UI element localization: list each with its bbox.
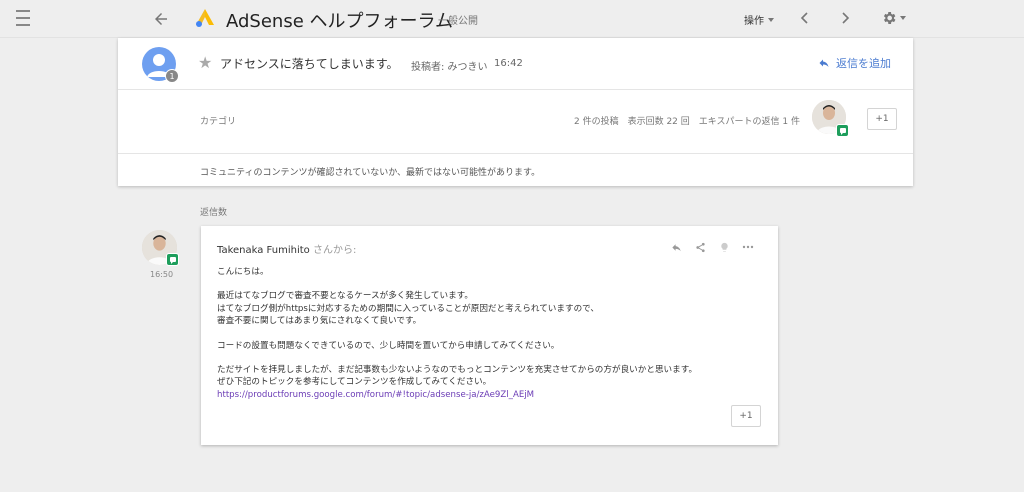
reply-paragraph-line: はてなブログ側がhttpsに対応するための期間に入っていることが原因だと考えられ… bbox=[217, 303, 600, 314]
reply-card: Takenaka Fumihito さんから: こんにちは。 最近はてなブログで… bbox=[201, 226, 778, 445]
reply-paragraph-line: ぜひ下記のトピックを参考にしてコンテンツを作成してみてください。 bbox=[217, 377, 492, 388]
back-arrow-icon[interactable] bbox=[148, 6, 174, 32]
adsense-logo-icon bbox=[195, 8, 215, 28]
chevron-down-icon bbox=[899, 16, 906, 20]
plus-one-button[interactable]: +1 bbox=[867, 108, 897, 130]
topic-link[interactable]: https://productforums.google.com/forum/#… bbox=[217, 389, 767, 401]
share-icon[interactable] bbox=[693, 240, 707, 254]
reply-icon bbox=[819, 59, 829, 67]
community-notice: コミュニティのコンテンツが確認されていないか、最新ではない可能性があります。 bbox=[200, 168, 541, 178]
menu-icon[interactable] bbox=[14, 10, 32, 26]
reply-author-name[interactable]: Takenaka Fumihito bbox=[217, 245, 310, 256]
post-count-badge: 1 bbox=[165, 69, 179, 83]
reply-icon[interactable] bbox=[669, 240, 683, 254]
visibility-label: 一般公開 bbox=[438, 16, 478, 27]
gear-icon[interactable] bbox=[878, 8, 908, 28]
reply-paragraph-line: 審査不要に関してはあまり気にされなくて良いです。 bbox=[217, 316, 422, 327]
category-label[interactable]: カテゴリ bbox=[200, 114, 236, 127]
actions-menu-button[interactable]: 操作 bbox=[744, 12, 774, 27]
reply-author: Takenaka Fumihito さんから: bbox=[217, 241, 356, 256]
reply-paragraph: コードの設置も問題なくできているので、少し時間を置いてから申請してみてください。 bbox=[217, 340, 560, 351]
top-bar: AdSense ヘルプフォーラム 一般公開 操作 bbox=[0, 0, 1024, 38]
expert-badge-icon bbox=[836, 124, 849, 137]
topic-title: アドセンスに落ちてしまいます。 bbox=[220, 57, 399, 71]
reply-author-suffix: さんから: bbox=[312, 245, 357, 256]
star-icon[interactable]: ★ bbox=[198, 53, 212, 72]
lightbulb-icon[interactable] bbox=[717, 240, 731, 254]
app-title[interactable]: AdSense ヘルプフォーラム bbox=[226, 7, 453, 33]
topic-meta: カテゴリ 2 件の投稿 表示回数 22 回 エキスパートの返信 1 件 +1 bbox=[118, 90, 913, 154]
actions-menu-label: 操作 bbox=[744, 16, 764, 27]
reply-paragraph-line: ただサイトを拝見しましたが、まだ記事数も少ないようなのでもっとコンテンツを充実さ… bbox=[217, 365, 698, 376]
chevron-left-icon[interactable] bbox=[795, 8, 815, 28]
topic-stats: 2 件の投稿 表示回数 22 回 エキスパートの返信 1 件 bbox=[574, 117, 800, 127]
reply-time: 16:50 bbox=[150, 270, 174, 279]
reply-greeting: こんにちは。 bbox=[217, 267, 269, 277]
topic-time: 16:42 bbox=[494, 58, 523, 69]
topic-author: 投稿者: みつきい bbox=[411, 62, 488, 73]
topic-card: 1 ★ アドセンスに落ちてしまいます。 投稿者: みつきい 16:42 返信を追… bbox=[118, 38, 913, 186]
expert-badge-icon bbox=[166, 253, 179, 266]
replies-label: 返信数 bbox=[200, 208, 228, 218]
reply-paragraph-line: 最近はてなブログで審査不要となるケースが多く発生しています。 bbox=[217, 291, 474, 302]
chevron-down-icon bbox=[768, 17, 774, 22]
add-reply-button[interactable]: 返信を追加 bbox=[818, 55, 891, 71]
more-icon[interactable] bbox=[741, 240, 755, 254]
topic-header: 1 ★ アドセンスに落ちてしまいます。 投稿者: みつきい 16:42 返信を追… bbox=[118, 38, 913, 90]
plus-one-button[interactable]: +1 bbox=[731, 405, 761, 427]
chevron-right-icon[interactable] bbox=[835, 8, 855, 28]
reply-actions bbox=[669, 240, 755, 254]
add-reply-label: 返信を追加 bbox=[836, 57, 891, 70]
reply-body: こんにちは。 最近はてなブログで審査不要となるケースが多く発生しています。 はて… bbox=[217, 266, 767, 401]
